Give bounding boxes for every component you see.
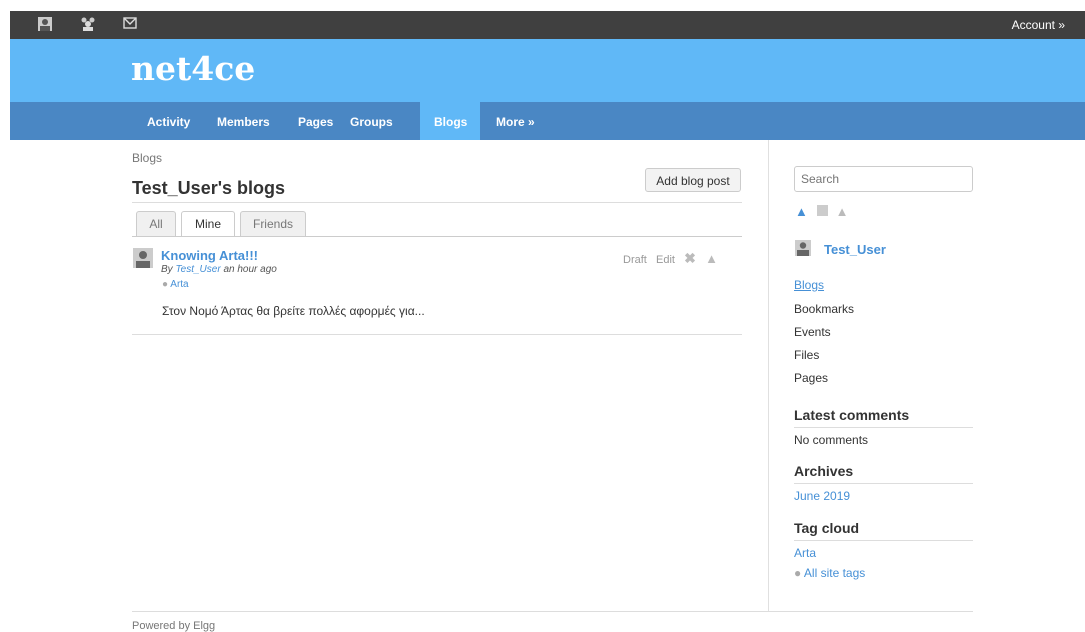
pin-icon[interactable]: ▲ — [795, 204, 808, 219]
divider — [794, 427, 973, 428]
sidebar-divider — [768, 140, 769, 612]
sidebar-item-files[interactable]: Files — [794, 348, 819, 362]
add-blog-post-button[interactable]: Add blog post — [645, 168, 741, 192]
author-link[interactable]: Test_User — [175, 264, 220, 275]
post-excerpt: Στον Νομό Άρτας θα βρείτε πολλές αφορμές… — [162, 304, 425, 318]
byline-prefix: By — [161, 264, 173, 275]
all-site-tags: ● All site tags — [794, 566, 865, 580]
nav-blogs[interactable]: Blogs — [420, 102, 480, 140]
tab-mine[interactable]: Mine — [181, 211, 235, 237]
nav-members[interactable]: Members — [203, 102, 284, 140]
search-input[interactable] — [794, 166, 973, 192]
like-icon[interactable]: ▲ — [705, 251, 718, 266]
tab-friends[interactable]: Friends — [240, 211, 306, 236]
site-logo[interactable]: net4ce — [131, 49, 255, 88]
divider — [794, 540, 973, 541]
warning-icon[interactable]: ▲ — [836, 204, 849, 219]
site-header: net4ce — [10, 39, 1085, 102]
all-site-tags-link[interactable]: All site tags — [804, 566, 865, 580]
footer-divider — [132, 611, 973, 612]
breadcrumb[interactable]: Blogs — [132, 151, 162, 165]
account-menu[interactable]: Account » — [1012, 18, 1065, 32]
archive-link[interactable]: June 2019 — [794, 489, 850, 503]
sidebar-item-blogs[interactable]: Blogs — [794, 278, 824, 292]
owner-avatar[interactable] — [795, 240, 811, 256]
divider — [132, 202, 742, 203]
archives-heading: Archives — [794, 463, 854, 479]
sidebar-item-bookmarks[interactable]: Bookmarks — [794, 302, 854, 316]
page-title: Test_User's blogs — [132, 178, 285, 198]
sidebar-item-pages[interactable]: Pages — [794, 371, 828, 385]
divider — [794, 483, 973, 484]
tag-link[interactable]: Arta — [170, 279, 188, 290]
post-divider — [132, 334, 742, 335]
no-comments-text: No comments — [794, 433, 869, 447]
post-title[interactable]: Knowing Arta!!! — [161, 248, 258, 263]
owner-name[interactable]: Test_User — [824, 242, 886, 257]
tag-icon: ● — [162, 279, 169, 290]
post-time: an hour ago — [223, 264, 277, 275]
latest-comments-heading: Latest comments — [794, 407, 910, 423]
draft-status: Draft — [623, 254, 647, 266]
sidebar-item-events[interactable]: Events — [794, 325, 831, 339]
top-whitespace — [0, 0, 1085, 11]
delete-icon[interactable]: ✖ — [684, 250, 696, 266]
tabs-divider — [132, 236, 742, 237]
sidebar-icons: ▲ ▲ — [795, 204, 848, 219]
friends-icon[interactable] — [80, 17, 96, 33]
rss-icon[interactable] — [817, 205, 829, 216]
profile-icon[interactable] — [38, 17, 54, 33]
mail-icon[interactable] — [123, 17, 139, 33]
main-nav: Activity Members Pages Groups Blogs More… — [10, 102, 1085, 140]
topbar: Account » — [10, 11, 1085, 39]
post-byline: By Test_User an hour ago — [161, 264, 277, 275]
nav-activity[interactable]: Activity — [133, 102, 204, 140]
tag-icon: ● — [794, 566, 802, 580]
tag-cloud-arta[interactable]: Arta — [794, 546, 816, 560]
tab-all[interactable]: All — [136, 211, 176, 236]
post-actions: Draft Edit ✖ ▲ — [623, 250, 718, 267]
post-tags: ● Arta — [162, 279, 189, 290]
edit-link[interactable]: Edit — [656, 254, 675, 266]
nav-more[interactable]: More » — [482, 102, 549, 140]
footer-text: Powered by Elgg — [132, 620, 216, 632]
nav-groups[interactable]: Groups — [336, 102, 407, 140]
author-avatar[interactable] — [133, 248, 153, 268]
tag-cloud-heading: Tag cloud — [794, 520, 860, 536]
